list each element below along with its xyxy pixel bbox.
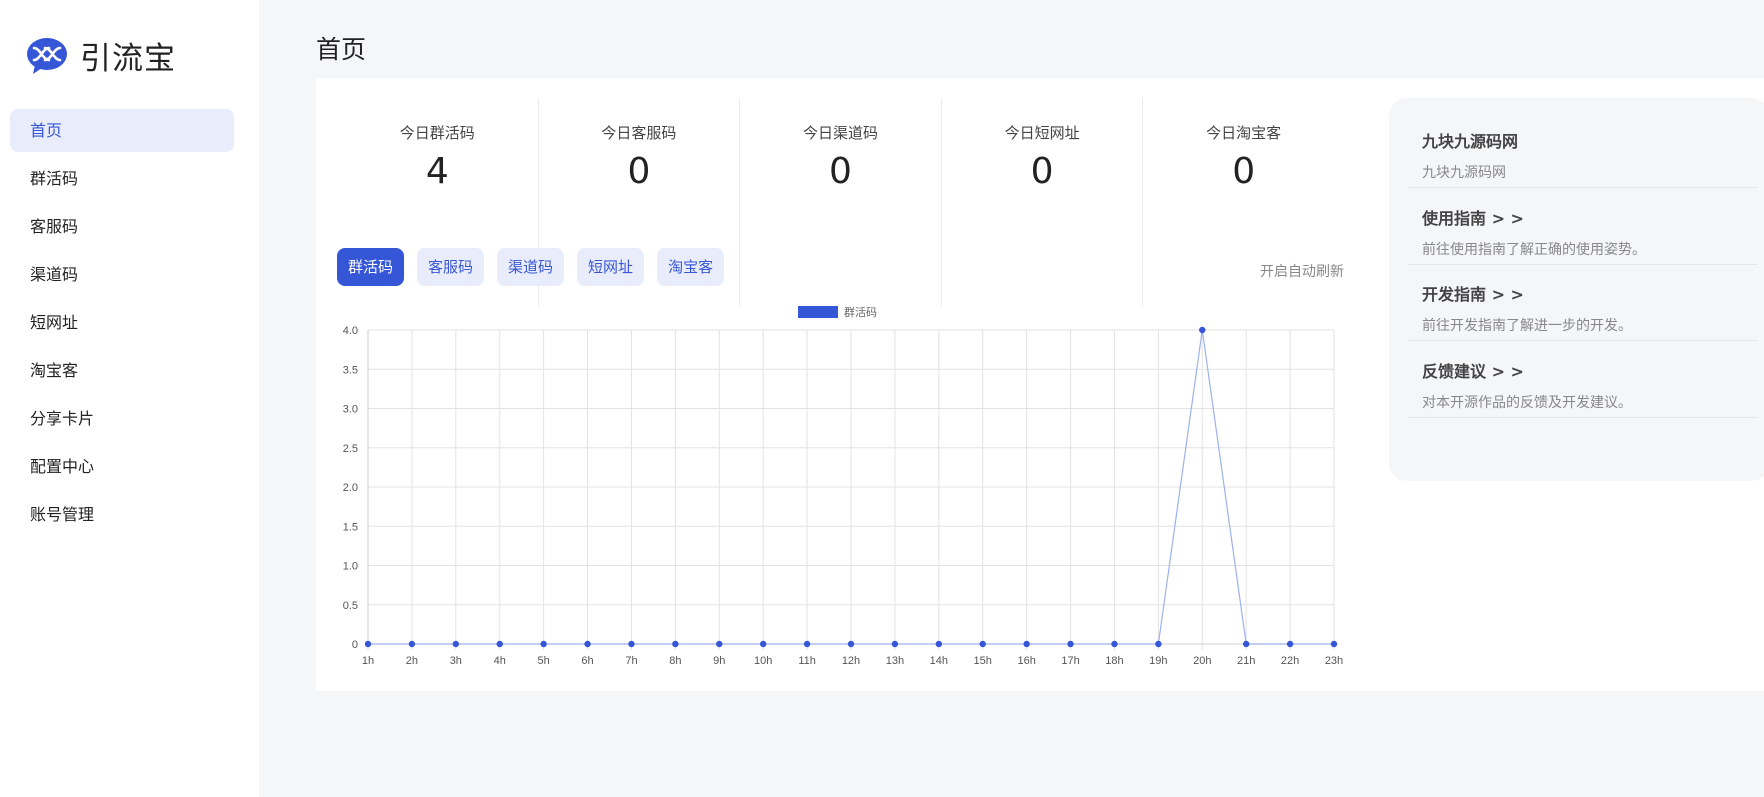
- line-chart: 0 0.5 1.0 1.5 2.0 2.5 3.0 3.5 4.0 1h 2h 3h 4h 5h 6h 7h 8…: [343, 305, 1343, 667]
- app-name: 引流宝: [80, 41, 176, 77]
- data-point: [935, 640, 943, 648]
- x-tick-label: 3h: [450, 655, 462, 667]
- x-tick-label: 7h: [625, 655, 637, 667]
- x-tick-label: 13h: [886, 655, 904, 667]
- data-point: [452, 640, 460, 648]
- data-point: [672, 640, 679, 648]
- logo-icon: [27, 37, 67, 74]
- guide-title[interactable]: 开发指南 > >: [1408, 281, 1758, 305]
- x-tick-label: 19h: [1149, 655, 1167, 667]
- data-point: [716, 640, 723, 648]
- x-tick-label: 8h: [669, 655, 681, 667]
- guide-item[interactable]: 开发指南 > > 前往开发指南了解进一步的开发。: [1408, 281, 1758, 341]
- guide-desc: 前往开发指南了解进一步的开发。: [1422, 318, 1632, 334]
- guide-desc: 对本开源作品的反馈及开发建议。: [1422, 395, 1632, 411]
- guide-title[interactable]: 九块九源码网: [1408, 128, 1758, 152]
- x-tick-label: 23h: [1325, 655, 1343, 667]
- data-point: [1111, 640, 1118, 648]
- x-tick-label: 10h: [754, 655, 772, 667]
- guide-title[interactable]: 反馈建议 > >: [1408, 358, 1758, 382]
- y-tick-label: 4.0: [343, 325, 358, 337]
- sidebar-item[interactable]: 客服码: [10, 205, 234, 248]
- guide-panel: 九块九源码网 九块九源码网 使用指南 > > 前往使用指南了解正确的使用姿势。 开发指南…: [1389, 98, 1764, 481]
- logo[interactable]: 引流宝: [26, 33, 176, 78]
- legend-swatch: [798, 306, 838, 318]
- x-tick-label: 21h: [1237, 655, 1255, 667]
- data-point: [1155, 640, 1162, 648]
- guide-desc: 九块九源码网: [1422, 165, 1506, 181]
- sidebar-item[interactable]: 首页: [10, 109, 234, 152]
- data-point: [408, 640, 416, 648]
- y-tick-label: 0: [352, 639, 358, 651]
- guide-title[interactable]: 使用指南 > >: [1408, 205, 1758, 229]
- x-tick-label: 22h: [1281, 655, 1299, 667]
- data-point: [1242, 640, 1250, 648]
- guide-item[interactable]: 使用指南 > > 前往使用指南了解正确的使用姿势。: [1408, 205, 1758, 265]
- data-point: [1023, 640, 1030, 648]
- y-tick-label: 2.0: [343, 482, 358, 494]
- data-point: [979, 640, 986, 648]
- y-tick-label: 1.0: [343, 561, 358, 573]
- data-point: [1286, 640, 1294, 648]
- x-tick-label: 14h: [930, 655, 948, 667]
- x-tick-label: 5h: [538, 655, 550, 667]
- data-point: [364, 640, 372, 648]
- data-point: [847, 640, 855, 648]
- page-title: 首页: [316, 35, 367, 64]
- legend-label: 群活码: [844, 305, 877, 319]
- x-tick-label: 6h: [581, 655, 593, 667]
- sidebar-item[interactable]: 群活码: [10, 157, 234, 200]
- data-point: [759, 640, 767, 648]
- data-point: [496, 640, 503, 648]
- x-tick-label: 18h: [1105, 655, 1123, 667]
- sidebar-item[interactable]: 账号管理: [10, 493, 234, 536]
- guide-item[interactable]: 反馈建议 > > 对本开源作品的反馈及开发建议。: [1408, 358, 1758, 418]
- sidebar: 引流宝 首页群活码客服码渠道码短网址淘宝客分享卡片配置中心账号管理: [0, 0, 259, 797]
- sidebar-item[interactable]: 淘宝客: [10, 349, 234, 392]
- y-tick-label: 0.5: [343, 600, 358, 612]
- data-point: [1199, 326, 1206, 334]
- y-tick-label: 1.5: [343, 521, 358, 533]
- x-tick-label: 16h: [1017, 655, 1035, 667]
- data-point: [1067, 640, 1074, 648]
- x-tick-label: 20h: [1193, 655, 1211, 667]
- y-tick-label: 2.5: [343, 443, 358, 455]
- y-tick-label: 3.5: [343, 364, 358, 376]
- x-tick-label: 17h: [1061, 655, 1079, 667]
- data-point: [540, 640, 547, 648]
- data-point: [584, 640, 591, 648]
- x-tick-label: 15h: [974, 655, 992, 667]
- sidebar-item[interactable]: 配置中心: [10, 445, 234, 488]
- x-tick-label: 12h: [842, 655, 860, 667]
- guide-desc: 前往使用指南了解正确的使用姿势。: [1422, 242, 1646, 258]
- x-tick-label: 1h: [362, 655, 374, 667]
- sidebar-item[interactable]: 分享卡片: [10, 397, 234, 440]
- sidebar-item[interactable]: 渠道码: [10, 253, 234, 296]
- data-point: [628, 640, 635, 648]
- sidebar-nav: 首页群活码客服码渠道码短网址淘宝客分享卡片配置中心账号管理: [10, 109, 234, 541]
- sidebar-item[interactable]: 短网址: [10, 301, 234, 344]
- x-tick-label: 2h: [406, 655, 418, 667]
- guide-item[interactable]: 九块九源码网 九块九源码网: [1408, 128, 1758, 188]
- x-tick-label: 11h: [798, 655, 816, 667]
- y-tick-label: 3.0: [343, 404, 358, 416]
- x-tick-label: 4h: [494, 655, 506, 667]
- x-tick-label: 9h: [713, 655, 725, 667]
- data-point: [803, 640, 811, 648]
- data-point: [891, 640, 899, 648]
- data-point: [1330, 640, 1338, 648]
